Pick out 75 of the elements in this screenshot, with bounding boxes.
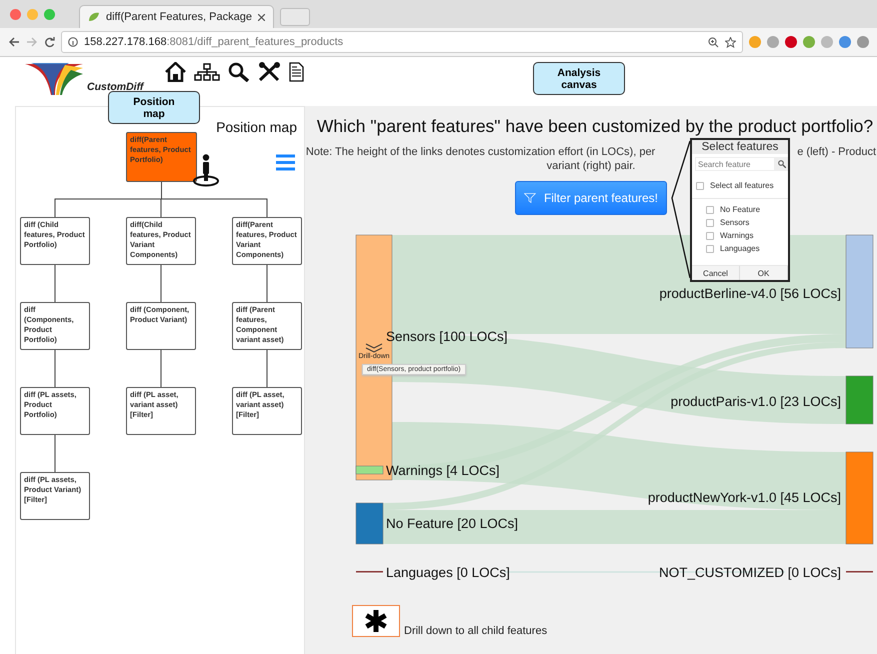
node-label: No Feature [20 LOCs] — [386, 516, 518, 531]
extension-icon[interactable] — [785, 36, 797, 48]
search-field[interactable]: Search feature — [695, 157, 775, 171]
node-label: productBerline-v4.0 [56 LOCs] — [659, 286, 841, 301]
reload-icon[interactable] — [44, 36, 55, 48]
callout-bubble: Position map — [108, 91, 200, 124]
search-icon — [778, 160, 786, 168]
menu-icon[interactable] — [276, 154, 295, 171]
connector-line — [54, 264, 56, 302]
extension-icon[interactable] — [857, 36, 869, 48]
checkbox-label: Languages — [720, 244, 760, 253]
person-location-icon — [193, 154, 220, 187]
connector-line — [160, 350, 162, 388]
checkbox[interactable] — [706, 218, 714, 226]
callout-bubble: Analysis canvas — [533, 62, 625, 95]
node-label: productParis-v1.0 [23 LOCs] — [670, 394, 841, 409]
checkbox[interactable] — [696, 182, 704, 190]
checkbox[interactable] — [706, 244, 714, 252]
chevron-icon[interactable] — [365, 343, 383, 353]
app-logo-text: CustomDiff — [87, 81, 144, 93]
close-window-icon[interactable] — [10, 8, 21, 20]
leaf-icon — [88, 12, 100, 22]
browser-tab[interactable]: diff(Parent Features, Package — [79, 5, 274, 28]
dialog-button[interactable]: OK — [740, 266, 788, 280]
source-node[interactable] — [356, 466, 384, 474]
node-label: Warnings [4 LOCs] — [386, 463, 500, 478]
zoom-icon[interactable] — [708, 36, 719, 48]
sitemap-icon[interactable] — [194, 63, 220, 81]
document-icon[interactable] — [289, 62, 304, 82]
extension-icon[interactable] — [839, 36, 851, 48]
connector-line — [54, 434, 56, 472]
node-label: Sensors [100 LOCs] — [386, 329, 508, 344]
search-icon[interactable] — [228, 62, 250, 82]
note-text: e (left) - Product — [797, 145, 876, 159]
checkbox[interactable] — [706, 232, 714, 240]
close-icon[interactable] — [258, 14, 265, 20]
target-node[interactable] — [846, 234, 874, 348]
node-label: NOT_CUSTOMIZED [0 LOCs] — [658, 565, 841, 580]
checkbox-label: Sensors — [720, 218, 750, 227]
home-icon[interactable] — [165, 62, 186, 82]
popup-title: Select features — [692, 140, 788, 154]
checkbox[interactable] — [706, 206, 714, 214]
tools-icon[interactable] — [258, 62, 282, 82]
address-bar[interactable]: 158.227.178.168:8081/diff_parent_features_products — [61, 31, 743, 53]
node-label: productNewYork-v1.0 [45 LOCs] — [648, 490, 841, 505]
panel-title: Position map — [216, 119, 297, 135]
info-icon — [68, 37, 78, 47]
star-icon[interactable] — [725, 36, 736, 48]
logo-drawing — [25, 62, 85, 96]
checkbox-label: No Feature — [720, 205, 760, 214]
search-button[interactable] — [775, 157, 788, 171]
forward-icon[interactable] — [26, 37, 38, 47]
connector-line — [266, 264, 268, 302]
dialog-button[interactable]: Cancel — [692, 266, 740, 280]
checkbox-label: Select all features — [710, 181, 774, 190]
minimize-icon[interactable] — [27, 8, 38, 20]
maximize-icon[interactable] — [44, 8, 55, 20]
asterisk-icon — [364, 609, 388, 633]
new-tab-button[interactable] — [280, 8, 310, 26]
node-label: Languages [0 LOCs] — [386, 565, 510, 580]
connector-line — [54, 350, 56, 388]
connector-line — [160, 264, 162, 302]
note-text: Note: The height of the links denotes customization effort (in LOCs), per — [306, 145, 656, 159]
target-node[interactable] — [846, 452, 874, 544]
extension-icon[interactable] — [767, 36, 779, 48]
extension-icon[interactable] — [803, 36, 815, 48]
connector-line — [266, 350, 268, 388]
checkbox-label: Warnings — [720, 231, 754, 240]
canvas-title: Which "parent features" have been customized by the product portfolio? — [316, 116, 874, 137]
note-text: variant (right) pair. — [546, 159, 636, 173]
legend-text: Drill down to all child features — [404, 625, 548, 637]
drill-down-button[interactable] — [352, 605, 400, 637]
target-node[interactable] — [846, 376, 874, 424]
back-icon[interactable] — [8, 37, 20, 47]
source-node[interactable] — [356, 502, 384, 544]
